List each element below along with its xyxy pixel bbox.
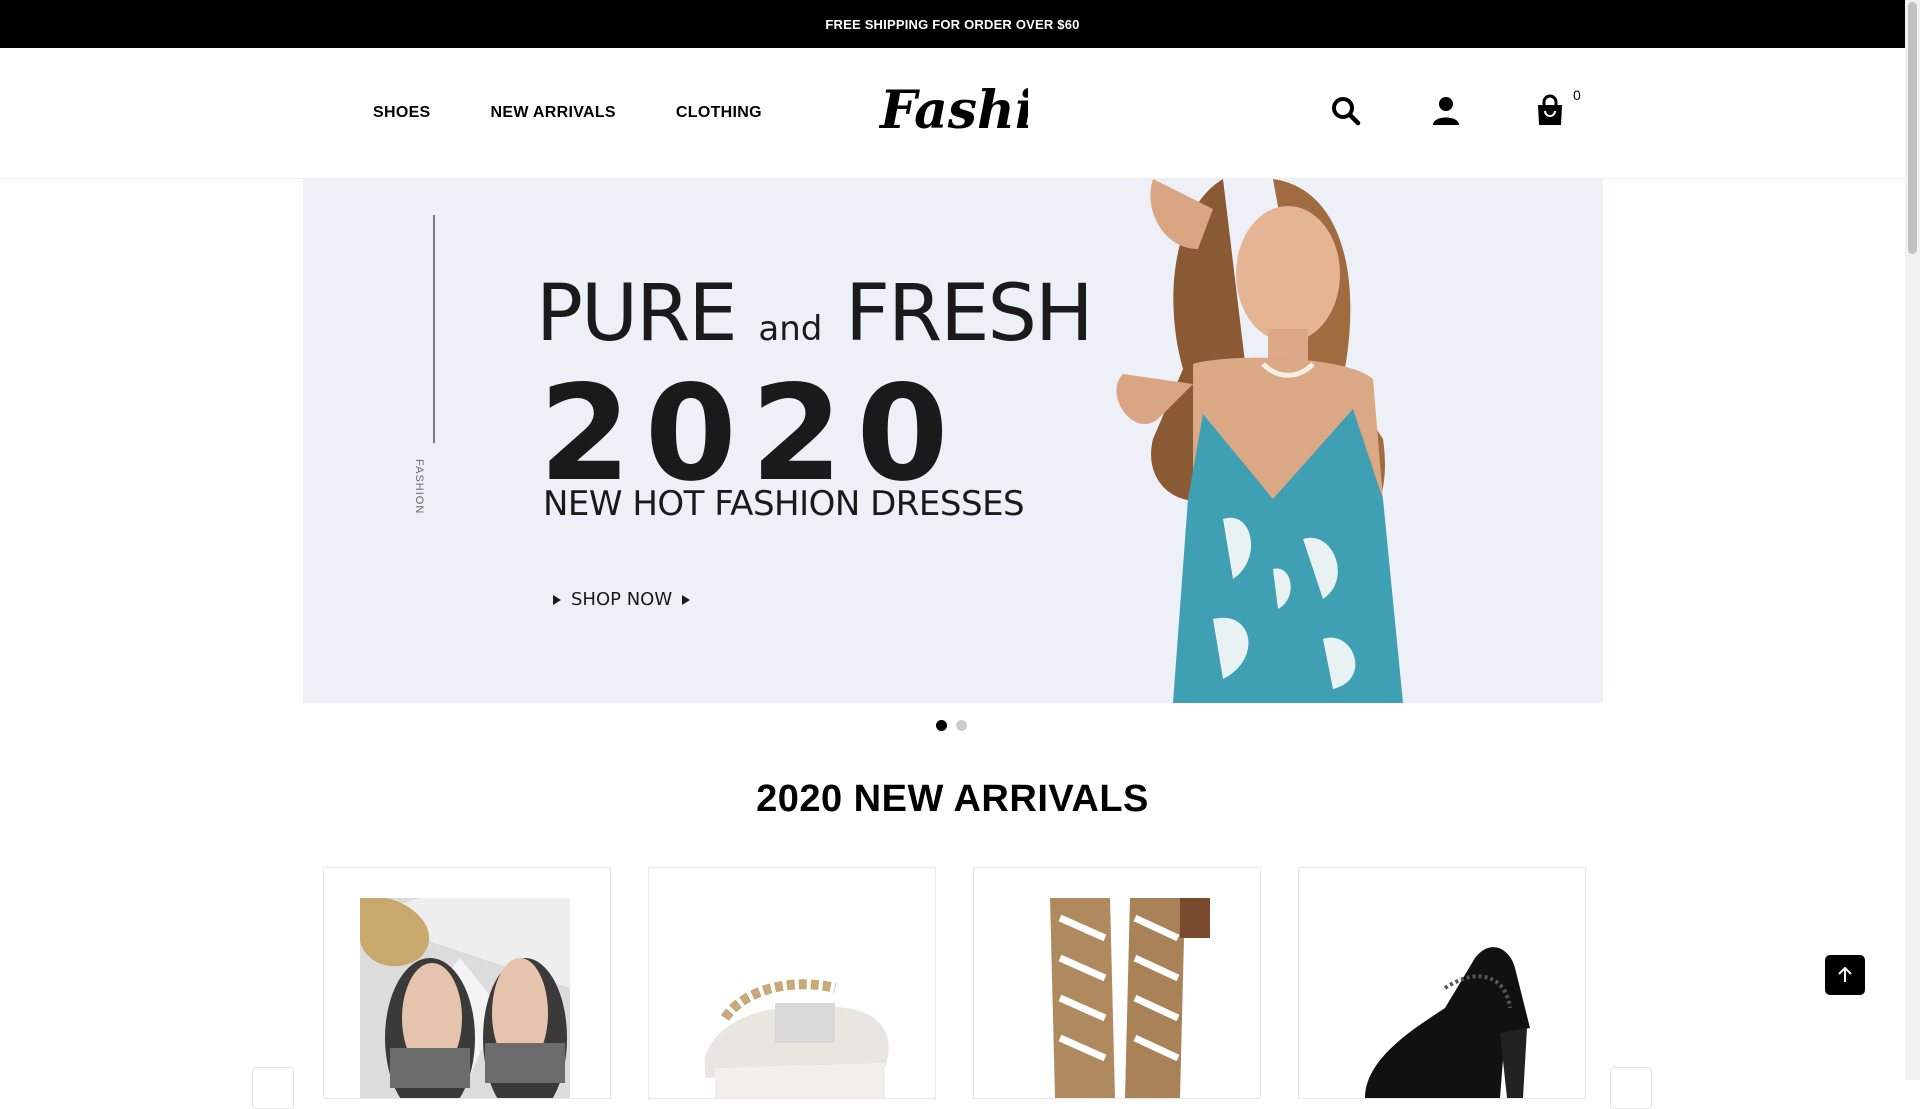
product-image-heel-mesh (1335, 898, 1545, 1098)
hero-model-image (1116, 179, 1403, 703)
carousel-dot-2[interactable] (956, 720, 967, 731)
carousel-dot-1[interactable] (936, 720, 947, 731)
scrollbar-thumb[interactable] (1908, 2, 1917, 254)
product-image-sandal-jeweled (360, 898, 570, 1098)
play-icon (682, 594, 691, 605)
product-card[interactable] (648, 867, 936, 1099)
cart-icon[interactable] (1532, 93, 1568, 129)
main-nav: SHOES NEW ARRIVALS CLOTHING (373, 48, 822, 178)
nav-new-arrivals[interactable]: NEW ARRIVALS (491, 104, 616, 122)
section-title: 2020 NEW ARRIVALS (756, 778, 1149, 820)
carousel-next-button[interactable] (1610, 1067, 1652, 1109)
site-header: SHOES NEW ARRIVALS CLOTHING Fashion 0 (0, 48, 1905, 179)
carousel-prev-button[interactable] (252, 1067, 294, 1109)
hero-headline: PURE and FRESH (536, 269, 1094, 359)
back-to-top-button[interactable] (1825, 955, 1865, 995)
hero-side-label: FASHION (413, 459, 425, 515)
promo-bar: FREE SHIPPING FOR ORDER OVER $60 (0, 0, 1905, 48)
carousel-dots (936, 720, 967, 731)
product-image-sandal-chain (685, 898, 895, 1098)
logo[interactable]: Fashion (878, 76, 1028, 148)
nav-clothing[interactable]: CLOTHING (676, 104, 762, 122)
shop-now-button[interactable]: SHOP NOW (553, 589, 691, 610)
search-icon[interactable] (1328, 93, 1364, 129)
hero-divider (433, 215, 435, 443)
cart-count: 0 (1573, 87, 1581, 103)
hero-banner[interactable]: FASHION PURE and FRESH 2020 NEW HOT FASH… (303, 179, 1603, 703)
arrow-up-icon (1838, 966, 1852, 982)
product-card[interactable] (1298, 867, 1586, 1099)
promo-text: FREE SHIPPING FOR ORDER OVER $60 (825, 16, 1080, 32)
page-scrollbar[interactable] (1905, 0, 1920, 1080)
product-card[interactable] (973, 867, 1261, 1099)
product-image-boot-lace (1010, 898, 1220, 1098)
account-icon[interactable] (1428, 93, 1464, 129)
hero-subtitle: NEW HOT FASHION DRESSES (543, 484, 1025, 524)
nav-shoes[interactable]: SHOES (373, 104, 431, 122)
product-card[interactable] (323, 867, 611, 1099)
play-icon (553, 594, 561, 605)
logo-wordmark: Fashion (878, 80, 1028, 141)
